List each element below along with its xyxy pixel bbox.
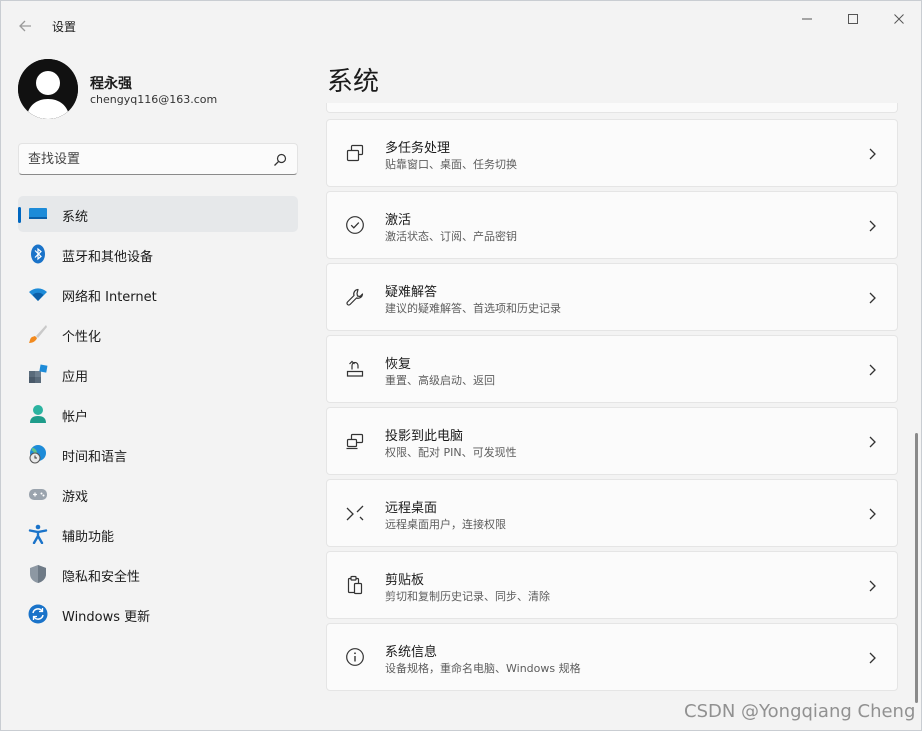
clipboard-icon [347, 575, 363, 595]
globe-clock-icon [29, 445, 46, 464]
watermark: CSDN @Yongqiang Cheng [684, 701, 916, 722]
card-partial[interactable] [326, 103, 898, 113]
user-name: 程永强 [90, 76, 132, 92]
card-troubleshoot[interactable]: 疑难解答 建议的疑难解答、首选项和历史记录 [326, 263, 898, 331]
back-button[interactable] [15, 15, 37, 37]
sidebar-item-label: 蓝牙和其他设备 [62, 250, 154, 265]
card-title: 疑难解答 [385, 285, 438, 300]
sidebar-item-label: 网络和 Internet [62, 290, 157, 305]
shield-icon [30, 565, 46, 583]
card-title: 恢复 [385, 357, 412, 372]
search-box[interactable] [18, 143, 298, 175]
card-title: 投影到此电脑 [385, 429, 464, 444]
card-activation[interactable]: 激活 激活状态、订阅、产品密钥 [326, 191, 898, 259]
sidebar-item-network[interactable]: 网络和 Internet [18, 276, 298, 312]
accessibility-icon [28, 524, 48, 544]
search-icon[interactable] [273, 153, 287, 167]
settings-window: 设置 程永强 chengyq116@163.com 查找设置 系统 蓝牙和其他设… [0, 0, 922, 731]
minimize-button[interactable] [784, 7, 830, 31]
card-title: 远程桌面 [385, 501, 438, 516]
card-subtitle: 建议的疑难解答、首选项和历史记录 [385, 302, 561, 315]
sidebar-item-privacy[interactable]: 隐私和安全性 [18, 556, 298, 592]
back-arrow-icon [19, 20, 31, 32]
projection-icon [346, 433, 364, 450]
card-subtitle: 激活状态、订阅、产品密钥 [385, 230, 517, 243]
chevron-right-icon [869, 436, 876, 448]
card-recovery[interactable]: 恢复 重置、高级启动、返回 [326, 335, 898, 403]
sidebar-item-label: 系统 [62, 210, 89, 225]
card-title: 剪贴板 [385, 573, 425, 588]
remote-desktop-icon [346, 505, 364, 521]
title-bar: 设置 [1, 1, 921, 49]
card-multitasking[interactable]: 多任务处理 贴靠窗口、桌面、任务切换 [326, 119, 898, 187]
card-subtitle: 权限、配对 PIN、可发现性 [385, 446, 517, 459]
maximize-icon [848, 14, 858, 24]
sidebar-item-windows-update[interactable]: Windows 更新 [18, 596, 298, 632]
search-input[interactable] [28, 149, 268, 169]
chevron-right-icon [869, 652, 876, 664]
card-remote-desktop[interactable]: 远程桌面 远程桌面用户，连接权限 [326, 479, 898, 547]
card-subtitle: 远程桌面用户，连接权限 [385, 518, 506, 531]
close-button[interactable] [876, 7, 922, 31]
apps-icon [29, 364, 48, 383]
settings-card-list: 多任务处理 贴靠窗口、桌面、任务切换 激活 激活状态、订阅、产品密钥 疑难解答 … [326, 119, 898, 695]
sidebar-item-system[interactable]: 系统 [18, 196, 298, 232]
chevron-right-icon [869, 580, 876, 592]
recovery-icon [346, 360, 364, 377]
sidebar-item-label: 应用 [62, 370, 89, 385]
sidebar-item-label: 个性化 [62, 330, 102, 345]
multitasking-icon [346, 144, 364, 162]
sidebar-item-apps[interactable]: 应用 [18, 356, 298, 392]
sidebar-item-label: 帐户 [62, 410, 89, 425]
info-icon [346, 648, 364, 666]
chevron-right-icon [869, 292, 876, 304]
update-icon [28, 604, 48, 624]
sidebar-item-label: 辅助功能 [62, 530, 115, 545]
gamepad-icon [29, 489, 47, 500]
sidebar-item-time-language[interactable]: 时间和语言 [18, 436, 298, 472]
bluetooth-icon [31, 244, 45, 264]
chevron-right-icon [869, 220, 876, 232]
wrench-icon [346, 288, 364, 306]
chevron-right-icon [869, 364, 876, 376]
card-subtitle: 剪切和复制历史记录、同步、清除 [385, 590, 550, 603]
card-projection[interactable]: 投影到此电脑 权限、配对 PIN、可发现性 [326, 407, 898, 475]
sidebar-item-accounts[interactable]: 帐户 [18, 396, 298, 432]
sidebar-item-label: Windows 更新 [62, 610, 151, 625]
paintbrush-icon [29, 325, 47, 343]
sidebar-item-accessibility[interactable]: 辅助功能 [18, 516, 298, 552]
activation-check-icon [346, 216, 364, 234]
sidebar-item-label: 游戏 [62, 490, 89, 505]
minimize-icon [802, 18, 812, 20]
card-subtitle: 重置、高级启动、返回 [385, 374, 495, 387]
system-display-icon [29, 208, 47, 219]
scrollbar-thumb[interactable] [915, 433, 918, 703]
card-title: 系统信息 [385, 645, 438, 660]
sidebar-item-bluetooth[interactable]: 蓝牙和其他设备 [18, 236, 298, 272]
card-title: 多任务处理 [385, 141, 451, 156]
user-email: chengyq116@163.com [90, 93, 218, 106]
card-title: 激活 [385, 213, 412, 228]
card-subtitle: 贴靠窗口、桌面、任务切换 [385, 158, 517, 171]
close-icon [894, 14, 904, 24]
wifi-icon [29, 288, 47, 301]
chevron-right-icon [869, 148, 876, 160]
sidebar-item-label: 隐私和安全性 [62, 570, 141, 585]
chevron-right-icon [869, 508, 876, 520]
card-clipboard[interactable]: 剪贴板 剪切和复制历史记录、同步、清除 [326, 551, 898, 619]
maximize-button[interactable] [830, 7, 876, 31]
card-about[interactable]: 系统信息 设备规格，重命名电脑、Windows 规格 [326, 623, 898, 691]
page-title: 系统 [327, 67, 380, 97]
app-title: 设置 [52, 20, 77, 34]
sidebar-item-personalization[interactable]: 个性化 [18, 316, 298, 352]
sidebar-nav: 系统 蓝牙和其他设备 网络和 Internet 个性化 应用 帐户 时间和语言 … [18, 196, 298, 636]
sidebar-item-label: 时间和语言 [62, 450, 128, 465]
sidebar-item-gaming[interactable]: 游戏 [18, 476, 298, 512]
account-icon [30, 405, 46, 423]
card-subtitle: 设备规格，重命名电脑、Windows 规格 [385, 662, 581, 675]
avatar-person-icon [18, 59, 78, 119]
avatar[interactable] [18, 59, 78, 119]
